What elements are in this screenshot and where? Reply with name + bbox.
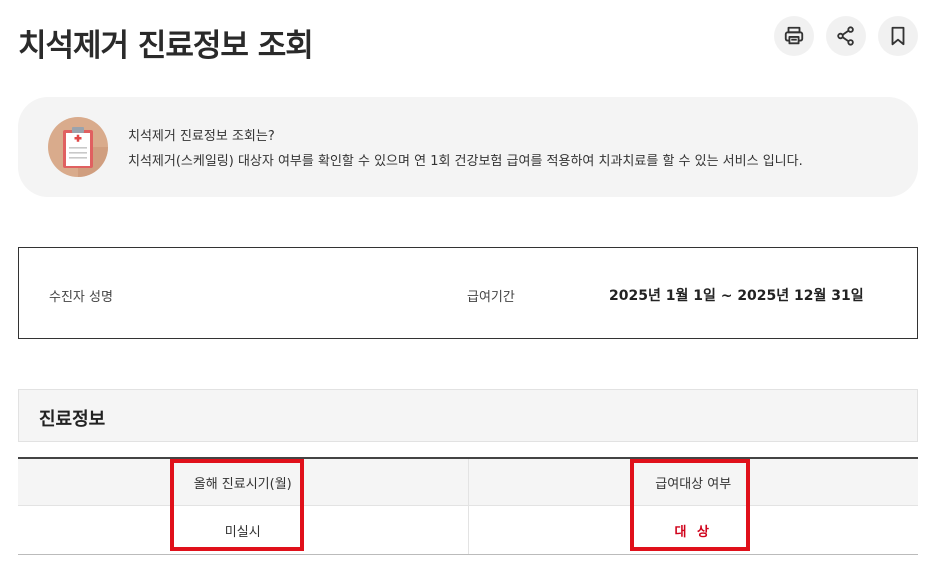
table-header-row: 올해 진료시기(월) 급여대상 여부 (18, 459, 918, 506)
bookmark-icon (891, 26, 905, 46)
bookmark-button[interactable] (878, 16, 918, 56)
info-description: 치석제거(스케일링) 대상자 여부를 확인할 수 있으며 연 1회 건강보험 급… (128, 154, 803, 169)
header-actions (774, 16, 918, 56)
medical-clipboard-icon (48, 117, 108, 177)
patient-name-label: 수진자 성명 (49, 290, 113, 305)
benefit-period-value: 2025년 1월 1일 ~ 2025년 12월 31일 (609, 288, 864, 304)
column-header-eligibility: 급여대상 여부 (655, 476, 732, 492)
page-header: 치석제거 진료정보 조회 (18, 16, 918, 64)
section-title: 진료정보 (39, 409, 106, 430)
benefit-period-label: 급여기간 (467, 290, 515, 305)
info-title: 치석제거 진료정보 조회는? (128, 129, 275, 144)
share-button[interactable] (826, 16, 866, 56)
printer-icon (784, 26, 804, 45)
section-header: 진료정보 (18, 389, 918, 442)
page: 치석제거 진료정보 조회 치석제거 진료정보 조회는? 치석제거(스케일링) 대… (0, 0, 928, 568)
treatment-info-table: 올해 진료시기(월) 급여대상 여부 미실시 대 상 (18, 457, 918, 555)
page-title: 치석제거 진료정보 조회 (18, 28, 314, 64)
info-box: 치석제거 진료정보 조회는? 치석제거(스케일링) 대상자 여부를 확인할 수 … (18, 97, 918, 197)
share-icon (837, 26, 854, 46)
patient-info-panel: 수진자 성명 급여기간 2025년 1월 1일 ~ 2025년 12월 31일 (18, 247, 918, 339)
eligibility-value: 대 상 (674, 524, 712, 540)
print-button[interactable] (774, 16, 814, 56)
treatment-month-value: 미실시 (18, 506, 469, 554)
column-header-treatment-month: 올해 진료시기(월) (18, 459, 469, 505)
table-row: 미실시 대 상 (18, 506, 918, 554)
